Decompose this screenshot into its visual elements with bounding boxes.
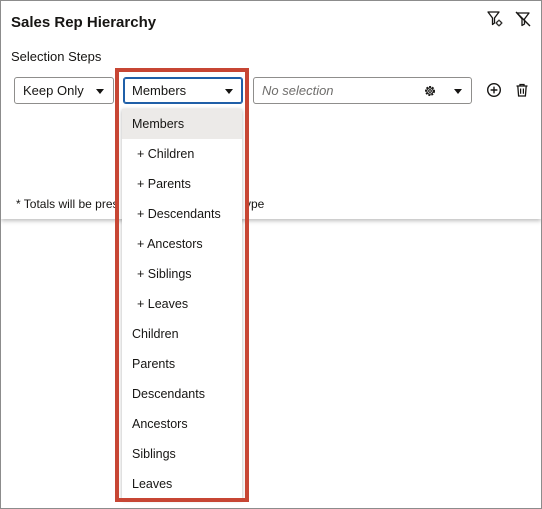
value-select[interactable]: No selection xyxy=(253,77,472,104)
dropdown-option[interactable]: Leaves xyxy=(122,469,242,499)
type-select[interactable]: Members xyxy=(123,77,243,104)
clear-filter-icon[interactable] xyxy=(513,9,533,29)
totals-note-tail: ype xyxy=(245,197,265,211)
type-dropdown-list: Members + Children + Parents + Descendants +… xyxy=(122,109,242,499)
dropdown-option[interactable]: Children xyxy=(122,319,242,349)
dropdown-option[interactable]: Parents xyxy=(122,349,242,379)
dropdown-option[interactable]: + Descendants xyxy=(122,199,242,229)
dropdown-option[interactable]: Descendants xyxy=(122,379,242,409)
dropdown-option[interactable]: + Parents xyxy=(122,169,242,199)
panel-title: Sales Rep Hierarchy xyxy=(11,14,157,31)
dropdown-option[interactable]: Members xyxy=(122,109,242,139)
totals-note: * Totals will be pres xyxy=(16,197,119,211)
filter-settings-icon[interactable] xyxy=(485,9,505,29)
value-select-placeholder: No selection xyxy=(262,83,334,98)
gear-icon[interactable] xyxy=(423,84,437,98)
selection-steps-label: Selection Steps xyxy=(11,49,102,64)
dialog-frame: Sales Rep Hierarchy Selection Steps Keep… xyxy=(0,0,542,509)
dropdown-option[interactable]: Siblings xyxy=(122,439,242,469)
action-select-value: Keep Only xyxy=(23,83,84,98)
action-select[interactable]: Keep Only xyxy=(14,77,114,104)
chevron-down-icon xyxy=(454,89,462,94)
chevron-down-icon xyxy=(225,89,233,94)
dropdown-option[interactable]: + Leaves xyxy=(122,289,242,319)
trash-icon[interactable] xyxy=(514,82,530,98)
type-select-value: Members xyxy=(132,83,187,98)
dropdown-option[interactable]: + Ancestors xyxy=(122,229,242,259)
dropdown-option[interactable]: + Children xyxy=(122,139,242,169)
dropdown-option[interactable]: + Siblings xyxy=(122,259,242,289)
chevron-down-icon xyxy=(96,89,104,94)
dropdown-option[interactable]: Ancestors xyxy=(122,409,242,439)
selection-panel: Sales Rep Hierarchy Selection Steps Keep… xyxy=(1,1,541,219)
add-circle-icon[interactable] xyxy=(486,82,502,98)
